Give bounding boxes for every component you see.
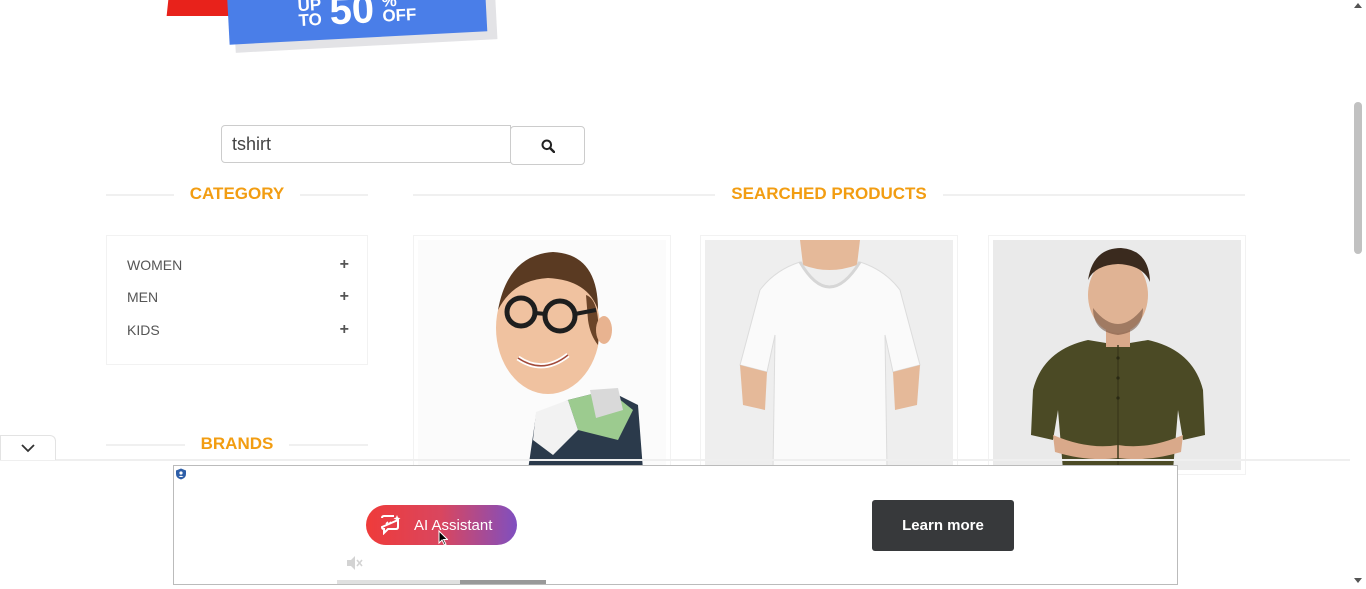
product-card[interactable] [413,235,671,475]
ad-video-progress-fill [460,580,546,584]
page-scrollbar[interactable] [1350,0,1366,589]
brands-title: BRANDS [184,434,290,453]
products-heading: SEARCHED PRODUCTS [413,184,1245,204]
product-photo-olive-shirt [993,240,1241,470]
category-title: CATEGORY [173,184,301,203]
product-image[interactable] [418,240,666,470]
search-input[interactable] [221,125,511,163]
ad-collapse-toggle[interactable] [0,435,56,460]
category-item-label: WOMEN [127,257,183,273]
category-item-women[interactable]: WOMEN + [127,255,349,275]
banner-off: % OFF [381,0,417,26]
category-heading: CATEGORY [106,184,368,204]
scroll-down-arrow-icon[interactable] [1353,576,1363,584]
brands-title-wrap: BRANDS [106,434,368,454]
mute-icon[interactable] [345,555,363,576]
adchoices-icon[interactable] [175,467,187,485]
product-photo-white-tshirt [705,240,953,470]
category-item-kids[interactable]: KIDS + [127,320,349,340]
page: UP TO 50 % OFF CATEGORY SEARCHED PRODUCT… [0,0,1350,589]
category-item-men[interactable]: MEN + [127,287,349,307]
scrollbar-thumb[interactable] [1354,102,1362,254]
mouse-cursor-icon [438,529,449,551]
ai-assistant-label: AI Assistant [414,516,493,534]
sale-banner[interactable]: UP TO 50 % OFF [160,0,510,70]
ad-divider [0,459,1350,461]
scroll-up-arrow-icon[interactable] [1353,2,1363,10]
product-card[interactable] [700,235,958,475]
category-item-label: MEN [127,289,159,305]
banner-discount-number: 50 [328,0,376,34]
search-icon [541,139,555,153]
chat-sparkle-icon [380,515,401,535]
learn-more-button[interactable]: Learn more [872,500,1014,551]
product-image[interactable] [705,240,953,470]
chevron-down-icon [21,444,35,453]
search-button[interactable] [510,126,585,165]
banner-off-label: OFF [381,4,417,26]
product-card[interactable] [988,235,1246,475]
banner-upto-line2: TO [298,9,323,31]
category-panel: WOMEN + MEN + KIDS + [106,235,368,365]
ad-video-progress[interactable] [337,580,546,584]
product-image[interactable] [993,240,1241,470]
plus-icon[interactable]: + [340,288,349,306]
category-item-label: KIDS [127,322,160,338]
plus-icon[interactable]: + [340,321,349,339]
products-title: SEARCHED PRODUCTS [715,184,943,203]
brands-heading: BRANDS [106,434,368,454]
ad-frame[interactable] [173,465,1178,585]
products-title-wrap: SEARCHED PRODUCTS [413,184,1245,204]
product-photo-man-glasses [418,240,666,470]
category-title-wrap: CATEGORY [106,184,368,204]
banner-upto: UP TO [297,0,323,31]
plus-icon[interactable]: + [340,256,349,274]
